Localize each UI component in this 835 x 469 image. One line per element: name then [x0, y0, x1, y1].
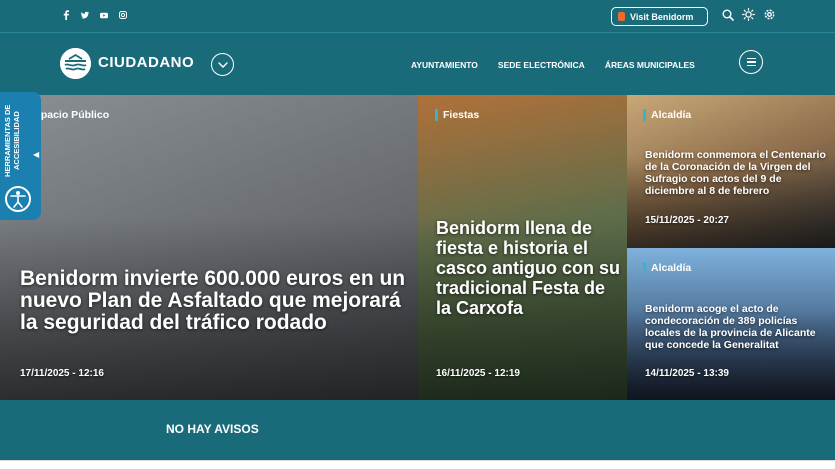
- nav-item-sede-electronica[interactable]: SEDE ELECTRÓNICA: [498, 60, 585, 70]
- news-date: 16/11/2025 - 12:19: [436, 368, 520, 379]
- news-card-alcaldia-2[interactable]: Alcaldía Benidorm acoge el acto de conde…: [627, 248, 835, 400]
- chevron-left-icon: ◀: [33, 150, 40, 159]
- news-date: 17/11/2025 - 12:16: [20, 368, 104, 379]
- notices-bar: NO HAY AVISOS: [0, 400, 835, 460]
- top-bar: Visit Benidorm: [0, 0, 835, 32]
- menu-icon-line: [746, 64, 756, 67]
- notices-label: NO HAY AVISOS: [166, 422, 259, 436]
- main-nav: AYUNTAMIENTO SEDE ELECTRÓNICA ÁREAS MUNI…: [411, 60, 695, 70]
- news-title: Benidorm acoge el acto de condecoración …: [645, 303, 816, 351]
- visit-label: Visit Benidorm: [630, 11, 694, 22]
- news-category: Alcaldía: [643, 262, 691, 274]
- menu-button[interactable]: [739, 50, 763, 74]
- news-category: Fiestas: [435, 109, 479, 121]
- news-title: Benidorm llena de fiesta e historia el c…: [436, 218, 621, 318]
- main-header: CIUDADANO AYUNTAMIENTO SEDE ELECTRÓNICA …: [0, 32, 835, 95]
- accessibility-icon: [5, 186, 31, 212]
- news-date: 15/11/2025 - 20:27: [645, 215, 729, 226]
- news-date: 14/11/2025 - 13:39: [645, 368, 729, 379]
- visit-icon: [618, 12, 625, 21]
- news-card-alcaldia-1[interactable]: Alcaldía Benidorm conmemora el Centenari…: [627, 95, 835, 248]
- accessibility-tools-tab[interactable]: HERRAMIENTAS DE ACCESIBILIDAD ◀: [0, 92, 41, 220]
- news-category: Alcaldía: [643, 109, 691, 121]
- youtube-icon[interactable]: [100, 9, 108, 21]
- page-bottom: [0, 460, 835, 469]
- news-title: Benidorm invierte 600.000 euros en un nu…: [20, 267, 406, 334]
- facebook-icon[interactable]: [62, 9, 70, 21]
- menu-icon-line: [746, 57, 756, 60]
- brightness-icon[interactable]: [742, 8, 755, 21]
- top-tools: [721, 8, 776, 21]
- twitter-icon[interactable]: [81, 9, 89, 21]
- visit-benidorm-button[interactable]: Visit Benidorm: [611, 7, 708, 26]
- news-card-featured[interactable]: Espacio Público Benidorm invierte 600.00…: [0, 95, 418, 400]
- social-links: [62, 9, 127, 21]
- news-grid: Espacio Público Benidorm invierte 600.00…: [0, 95, 835, 400]
- nav-item-areas-municipales[interactable]: ÁREAS MUNICIPALES: [605, 60, 695, 70]
- logo[interactable]: [60, 48, 91, 79]
- brand-toggle-button[interactable]: [211, 53, 234, 76]
- accessibility-label: HERRAMIENTAS DE ACCESIBILIDAD: [3, 104, 21, 178]
- instagram-icon[interactable]: [119, 9, 127, 21]
- nav-item-ayuntamiento[interactable]: AYUNTAMIENTO: [411, 60, 478, 70]
- gear-icon[interactable]: [763, 8, 776, 21]
- brand-name[interactable]: CIUDADANO: [98, 54, 194, 71]
- menu-icon-line: [746, 61, 756, 63]
- chevron-down-icon: [217, 61, 228, 68]
- news-card-fiestas[interactable]: Fiestas Benidorm llena de fiesta e histo…: [418, 95, 627, 400]
- search-icon[interactable]: [721, 8, 734, 21]
- news-title: Benidorm conmemora el Centenario de la C…: [645, 149, 826, 197]
